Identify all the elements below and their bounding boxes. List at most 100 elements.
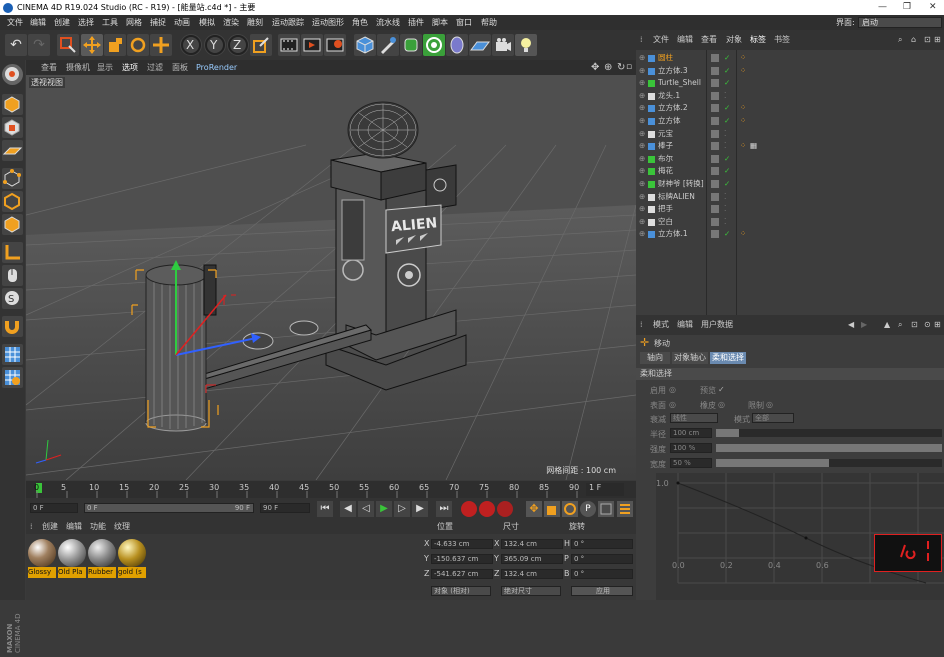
material-rubber[interactable]: Rubber: [88, 539, 116, 579]
light-object-icon[interactable]: [515, 34, 537, 56]
frame-range-slider[interactable]: 0 F 90 F: [84, 503, 254, 513]
falloff-graph[interactable]: 1.0 0.0 0.2 0.4 0.6: [656, 473, 944, 600]
prev-key-icon[interactable]: ◀: [340, 501, 356, 517]
lock-icon[interactable]: ⊡: [911, 315, 918, 335]
falloff-select[interactable]: 线性: [670, 413, 718, 423]
workplane-mode-icon[interactable]: [2, 140, 23, 161]
home-icon[interactable]: ⌂: [911, 30, 916, 50]
radius-slider[interactable]: [716, 429, 942, 437]
visibility-toggle-icon[interactable]: ✓: [724, 228, 730, 241]
menu-simulate[interactable]: 模拟: [199, 15, 215, 30]
rotation-p-field[interactable]: 0 °: [571, 554, 633, 564]
auto-keyframe-icon[interactable]: [479, 501, 495, 517]
om-menu-edit[interactable]: 编辑: [677, 30, 693, 50]
expand-toggle-icon[interactable]: ⊕: [639, 65, 645, 78]
edges-mode-icon[interactable]: [2, 191, 23, 212]
enable-checkbox[interactable]: ◎: [669, 385, 676, 394]
expand-toggle-icon[interactable]: ⊕: [639, 191, 645, 204]
am-menu-userdata[interactable]: 用户数据: [701, 315, 733, 335]
visibility-toggle-icon[interactable]: ✓: [724, 165, 730, 178]
deformer-bend-icon[interactable]: [446, 34, 468, 56]
key-position-icon[interactable]: ✥: [526, 501, 542, 517]
vp-menu-display[interactable]: 显示: [97, 60, 113, 75]
am-menu-mode[interactable]: 模式: [653, 315, 669, 335]
menu-edit[interactable]: 编辑: [30, 15, 46, 30]
menu-mesh[interactable]: 网格: [126, 15, 142, 30]
layout-select[interactable]: 启动: [858, 17, 942, 28]
go-to-end-icon[interactable]: ⏭: [436, 501, 452, 517]
expand-toggle-icon[interactable]: ⊕: [639, 128, 645, 141]
menu-help[interactable]: 帮助: [481, 15, 497, 30]
vp-menu-prorender[interactable]: ProRender: [196, 60, 237, 75]
close-button[interactable]: ✕: [929, 0, 937, 15]
visibility-toggle-icon[interactable]: ✓: [724, 77, 730, 90]
material-glossy[interactable]: Glossy: [28, 539, 56, 579]
om-menu-object[interactable]: 对象: [726, 30, 742, 50]
layer-icon[interactable]: [711, 91, 719, 100]
object-row[interactable]: ⊕ 梅花 ✓: [636, 165, 944, 178]
make-editable-icon[interactable]: [2, 64, 23, 85]
tweak-mode-icon[interactable]: [2, 265, 23, 286]
key-scale-icon[interactable]: [544, 501, 560, 517]
recording-widget[interactable]: [874, 534, 942, 572]
expand-icon[interactable]: ⊞: [934, 315, 941, 335]
object-row[interactable]: ⊕ 立方体.3 ✓ ⁘: [636, 65, 944, 78]
minimize-button[interactable]: —: [878, 0, 887, 15]
undo-icon[interactable]: ↶: [5, 34, 27, 56]
workplane-grid-icon[interactable]: [2, 367, 23, 388]
menu-create[interactable]: 创建: [54, 15, 70, 30]
preview-checkbox[interactable]: ✓: [718, 385, 725, 394]
prev-frame-icon[interactable]: ◁: [358, 501, 374, 517]
next-frame-icon[interactable]: ▷: [394, 501, 410, 517]
end-frame-input[interactable]: 90 F: [260, 503, 310, 513]
magnet-icon[interactable]: [2, 316, 23, 337]
expand-toggle-icon[interactable]: ⊕: [639, 115, 645, 128]
render-settings-icon[interactable]: [324, 34, 346, 56]
expand-icon[interactable]: ⊞: [934, 30, 941, 50]
width-field[interactable]: 50 %: [670, 458, 712, 468]
material-gold[interactable]: gold (s: [118, 539, 146, 579]
object-row[interactable]: ⊕ 棒子 ⁚ ⁘ ▦: [636, 140, 944, 153]
material-tag-icon[interactable]: ⁘: [740, 65, 746, 78]
position-z-field[interactable]: -541.627 cm: [431, 569, 493, 579]
menu-mograph[interactable]: 运动图形: [312, 15, 344, 30]
points-mode-icon[interactable]: [2, 168, 23, 189]
visibility-toggle-icon[interactable]: ⁚: [724, 203, 726, 216]
redo-icon[interactable]: ↷: [28, 34, 50, 56]
object-row[interactable]: ⊕ 圆柱 ✓ ⁘: [636, 52, 944, 65]
rotate-tool-icon[interactable]: [127, 34, 149, 56]
vp-menu-view[interactable]: 查看: [41, 60, 57, 75]
layer-icon[interactable]: [711, 192, 719, 201]
surface-checkbox[interactable]: ◎: [669, 400, 676, 409]
radius-field[interactable]: 100 cm: [670, 428, 712, 438]
layer-icon[interactable]: [711, 230, 719, 239]
move-tool-icon[interactable]: [81, 34, 103, 56]
scale-tool-icon[interactable]: [104, 34, 126, 56]
visibility-toggle-icon[interactable]: ✓: [724, 102, 730, 115]
strength-slider[interactable]: [716, 444, 942, 452]
coordinate-system-icon[interactable]: [250, 34, 272, 56]
width-slider[interactable]: [716, 459, 942, 467]
expand-toggle-icon[interactable]: ⊕: [639, 52, 645, 65]
size-mode-select[interactable]: 绝对尺寸: [501, 586, 561, 596]
om-menu-bookmarks[interactable]: 书签: [774, 30, 790, 50]
layer-icon[interactable]: [711, 66, 719, 75]
axis-mode-icon[interactable]: [2, 242, 23, 263]
viewport-zoom-icon[interactable]: ⊕: [604, 60, 612, 75]
object-row[interactable]: ⊕ 财神爷 [转换] ✓: [636, 178, 944, 191]
layer-icon[interactable]: [711, 205, 719, 214]
vp-menu-filter[interactable]: 过滤: [147, 60, 163, 75]
polygons-mode-icon[interactable]: [2, 214, 23, 235]
keyframe-selection-icon[interactable]: [497, 501, 513, 517]
timeline-window-icon[interactable]: [617, 501, 633, 517]
menu-snap[interactable]: 捕捉: [150, 15, 166, 30]
array-generator-icon[interactable]: [423, 34, 445, 56]
layer-icon[interactable]: [711, 129, 719, 138]
mat-menu-create[interactable]: 创建: [42, 520, 58, 534]
expand-toggle-icon[interactable]: ⊕: [639, 228, 645, 241]
menu-render[interactable]: 渲染: [223, 15, 239, 30]
menu-animate[interactable]: 动画: [174, 15, 190, 30]
rubber-checkbox[interactable]: ◎: [718, 400, 725, 409]
position-x-field[interactable]: -4.633 cm: [431, 539, 493, 549]
apply-button[interactable]: 应用: [571, 586, 633, 596]
